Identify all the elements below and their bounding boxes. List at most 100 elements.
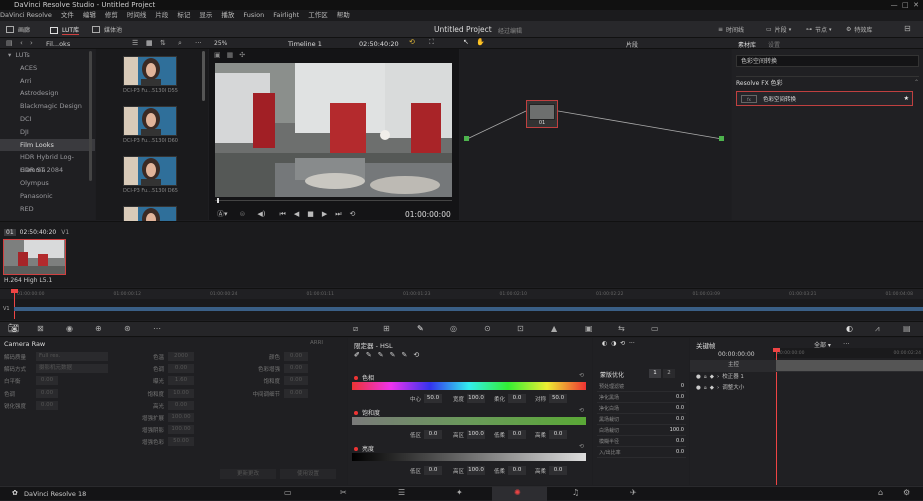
color-page-icon[interactable]: ✺ (514, 488, 521, 497)
viewer-image[interactable] (215, 63, 452, 197)
raw-param-value[interactable]: 0.00 (284, 376, 308, 386)
rgb-mixer-icon[interactable]: ⊛ (124, 324, 131, 333)
matte-param-row[interactable]: 预处理滤镜 0 (597, 381, 686, 392)
mini-timeline-playhead[interactable] (14, 289, 15, 319)
key-icon[interactable]: ▣ (585, 324, 593, 333)
hue-gradient-slider[interactable] (352, 382, 586, 390)
fit-icon[interactable]: ⛶ (429, 38, 434, 47)
menu-item[interactable]: 文件 (61, 10, 74, 21)
lut-folder-item[interactable]: HDR ST 2084 (0, 164, 95, 177)
timeline-toggle-button[interactable]: ≡ 时间线 (718, 25, 744, 34)
camera-raw-icon[interactable]: 📷︎ (8, 324, 19, 334)
raw-param-value[interactable]: 0.00 (284, 364, 308, 374)
volume-icon[interactable]: ◀) (257, 210, 265, 218)
qualifier-icon[interactable]: ✎ (417, 324, 424, 333)
effect-item[interactable]: fx 色彩空间转换 ★ (736, 91, 913, 106)
home-icon[interactable]: ⌂ (878, 488, 883, 497)
chevron-right-icon[interactable]: › (717, 383, 719, 395)
hue-symmetry-value[interactable]: 50.0 (549, 394, 568, 403)
keyframe-dot-icon[interactable]: ● (696, 372, 701, 384)
forward-icon[interactable]: › (30, 39, 33, 47)
picker-icon[interactable]: ✐ (354, 351, 360, 359)
raw-param-value[interactable]: 10.00 (168, 388, 194, 398)
lightbox-icon[interactable]: ⊟ (904, 24, 911, 33)
effects-library-button[interactable]: ⚙ 特效库 (846, 25, 872, 34)
sizing-icon[interactable]: ⇆ (618, 324, 625, 333)
settings-gear-icon[interactable]: ⚙ (903, 488, 910, 497)
raw-param-value[interactable]: 50.00 (168, 437, 194, 447)
thumbnail-scrollbar[interactable] (202, 51, 205, 101)
grid-view-icon[interactable]: ▦ (146, 39, 153, 47)
luminance-enable-dot[interactable] (354, 446, 358, 451)
timeline-clip-bar[interactable] (14, 307, 923, 311)
lut-folder-item[interactable]: DCI (0, 113, 95, 126)
matte-tab-2[interactable]: 2 (663, 369, 675, 378)
mini-timeline[interactable]: 01:00:00:00 01:00:00:12 01:00:00:24 01:00:0… (0, 288, 923, 320)
update-changes-button[interactable]: 更新更改 (220, 469, 276, 479)
hue-enable-dot[interactable] (354, 375, 358, 380)
sat-low-value[interactable]: 0.0 (424, 430, 443, 439)
hue-width-value[interactable]: 100.0 (467, 394, 486, 403)
skip-end-icon[interactable]: ⏭ (335, 210, 341, 219)
fusion-page-icon[interactable]: ✦ (456, 488, 463, 497)
color-match-icon[interactable]: ⊠ (37, 324, 44, 333)
favorite-star-icon[interactable]: ★ (904, 95, 909, 102)
menu-item[interactable]: 标记 (177, 10, 190, 21)
node-editor[interactable]: 01 (460, 49, 731, 220)
luminance-gradient-slider[interactable] (352, 453, 586, 461)
raw-param-value[interactable]: 2000 (168, 352, 194, 361)
scopes-icon[interactable]: ⩘ (875, 324, 880, 334)
lut-folder-item[interactable]: DJI (0, 126, 95, 139)
edit-page-icon[interactable]: ☰ (398, 488, 405, 497)
matte-param-value[interactable]: 0.0 (676, 394, 684, 400)
matte-tab-1[interactable]: 1 (649, 369, 661, 378)
sort-icon[interactable]: ⇅ (160, 39, 166, 47)
raw-profile-tag[interactable]: ARRI (310, 340, 323, 346)
lut-thumbnail-item[interactable]: DCI-P3 Fu...5130I D55 (123, 56, 178, 94)
matte-param-row[interactable]: 模糊半径 0.0 (597, 436, 686, 447)
reset-icon[interactable]: ⟲ (620, 340, 625, 347)
pointer-icon[interactable]: ↖ (463, 38, 469, 46)
cut-page-icon[interactable]: ✂ (340, 488, 347, 497)
raw-param-value[interactable]: 0.00 (168, 364, 194, 374)
keyframes-icon[interactable]: ◐ (846, 324, 853, 333)
menu-dots-icon[interactable]: ··· (629, 340, 635, 347)
stop-icon[interactable]: ■ (307, 210, 314, 218)
play-icon[interactable]: ▶ (322, 210, 327, 218)
audio-mode-icon[interactable]: Ⓐ▾ (217, 209, 228, 219)
feather-plus-icon[interactable]: ✎ (402, 351, 408, 359)
lock-icon[interactable]: 🔒︎ (704, 372, 707, 384)
clip-thumbnail[interactable] (3, 239, 66, 275)
lut-folder-item[interactable]: ACES (0, 62, 95, 75)
search-icon[interactable]: ⌕ (178, 39, 182, 48)
lut-folder-item[interactable]: HDR Hybrid Log-Gamma (0, 151, 95, 174)
menu-item[interactable]: 修剪 (105, 10, 118, 21)
raw-param-value[interactable]: 100.00 (168, 413, 194, 422)
keyframe-ruler[interactable]: 00:00:00:00 00:00:02:24 (774, 348, 923, 358)
matte-mode-icon[interactable]: ◑ (611, 340, 616, 347)
info-icon[interactable]: ▤ (903, 324, 911, 333)
sat-low-soft-value[interactable]: 0.0 (508, 430, 527, 439)
menu-item[interactable]: 帮助 (337, 10, 350, 21)
sat-high-value[interactable]: 100.0 (467, 430, 486, 439)
picker-plus-icon[interactable]: ✎ (378, 351, 384, 359)
menu-item[interactable]: 编辑 (83, 10, 96, 21)
raw-param-value[interactable]: 0.00 (36, 376, 58, 386)
lut-thumbnail-item[interactable]: DCI-P3 Fu...5130I D60 (123, 106, 178, 144)
playhead-handle[interactable] (11, 289, 18, 293)
keyframe-playhead-handle[interactable] (773, 348, 780, 352)
split-icon[interactable]: ▣ (214, 51, 221, 59)
matte-param-value[interactable]: 0.0 (676, 416, 684, 422)
matte-param-value[interactable]: 0.0 (676, 449, 684, 455)
menu-item[interactable]: DaVinci Resolve (0, 10, 52, 21)
feather-minus-icon[interactable]: ✎ (390, 351, 396, 359)
luminance-reset-icon[interactable]: ⟲ (579, 443, 584, 450)
saturation-enable-dot[interactable] (354, 410, 358, 415)
skip-start-icon[interactable]: ⏮ (280, 210, 286, 219)
keyframe-row-corrector[interactable]: ● 🔒︎ ◆ › 校正器 1 (690, 372, 923, 384)
color-warper-icon[interactable]: ⊞ (383, 324, 390, 333)
step-back-icon[interactable]: ◀ (294, 210, 299, 218)
matte-param-row[interactable]: 黑场裁切 0.0 (597, 414, 686, 425)
back-icon[interactable]: ‹ (20, 39, 23, 47)
gallery-button[interactable]: 画廊 (6, 25, 30, 34)
